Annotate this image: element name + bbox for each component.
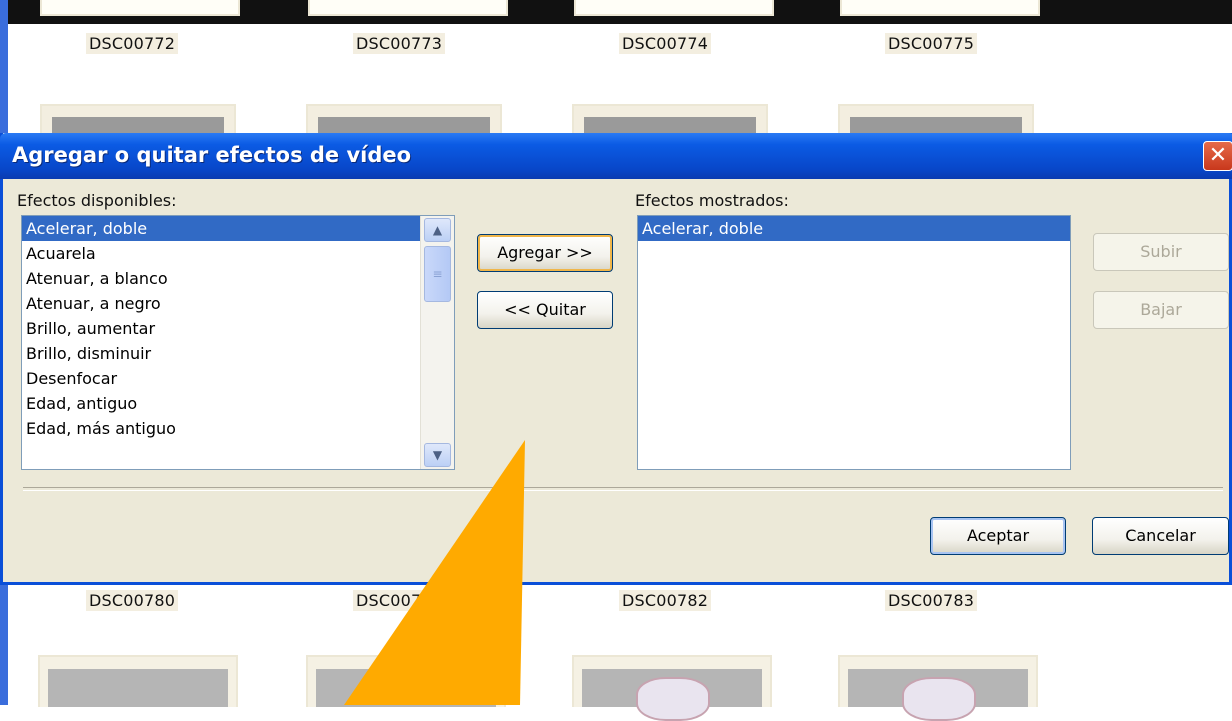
arrow-shape: [344, 440, 525, 705]
annotation-arrow: [344, 440, 525, 705]
